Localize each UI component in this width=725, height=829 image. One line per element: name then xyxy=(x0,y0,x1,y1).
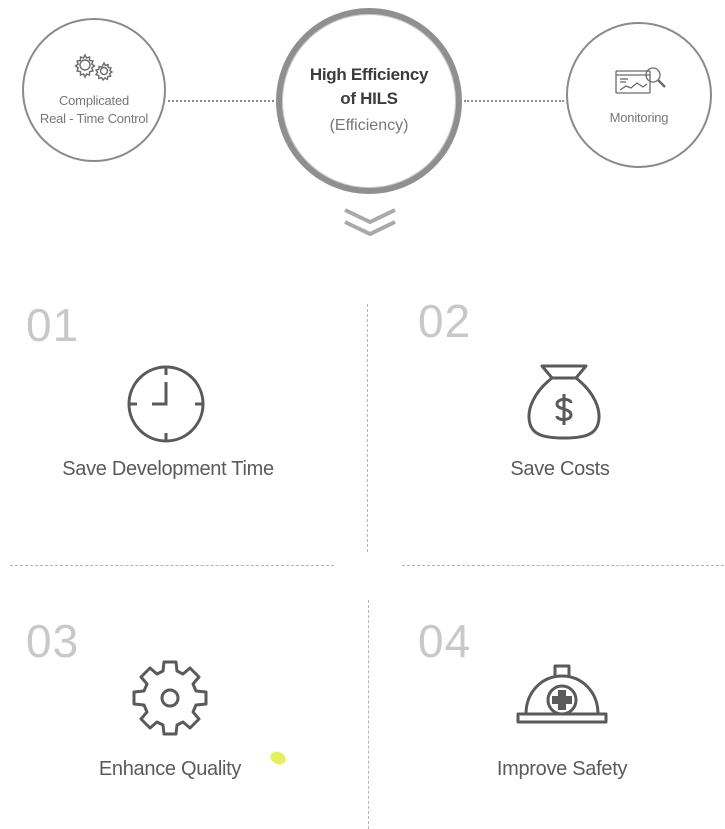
benefit-number-01: 01 xyxy=(26,299,80,351)
right-circle-label: Monitoring xyxy=(609,110,669,125)
circle-complicated-control: Complicated Real - Time Control xyxy=(22,18,166,162)
center-title-line2: of HILS xyxy=(340,89,398,108)
right-connector-line xyxy=(464,100,564,102)
vertical-divider-bottom xyxy=(368,600,369,829)
left-circle-line2: Real - Time Control xyxy=(39,111,149,126)
horizontal-divider-left xyxy=(10,565,334,566)
benefit-label-02: Save Costs xyxy=(510,458,610,480)
money-bag-icon xyxy=(524,362,604,442)
double-chevron-down-icon xyxy=(342,206,398,240)
monitoring-icon xyxy=(613,63,669,97)
center-title-line1: High Efficiency xyxy=(309,65,429,84)
circle-monitoring: Monitoring xyxy=(566,22,712,168)
left-connector-line xyxy=(168,100,274,102)
benefit-number-04: 04 xyxy=(418,615,472,667)
vertical-divider-top xyxy=(367,304,368,552)
horizontal-divider-right xyxy=(402,565,724,566)
clock-icon xyxy=(126,364,206,444)
benefit-label-01: Save Development Time xyxy=(62,458,274,480)
benefit-number-03: 03 xyxy=(26,615,80,667)
hard-hat-icon xyxy=(514,662,610,726)
center-subtitle: (Efficiency) xyxy=(329,117,409,134)
left-circle-line1: Complicated xyxy=(58,93,130,108)
benefit-number-02: 02 xyxy=(418,295,472,347)
benefit-label-04: Improve Safety xyxy=(496,758,628,780)
circle-high-efficiency: High Efficiency of HILS (Efficiency) xyxy=(276,8,462,194)
gear-icon xyxy=(130,658,210,738)
gears-icon xyxy=(70,52,118,82)
